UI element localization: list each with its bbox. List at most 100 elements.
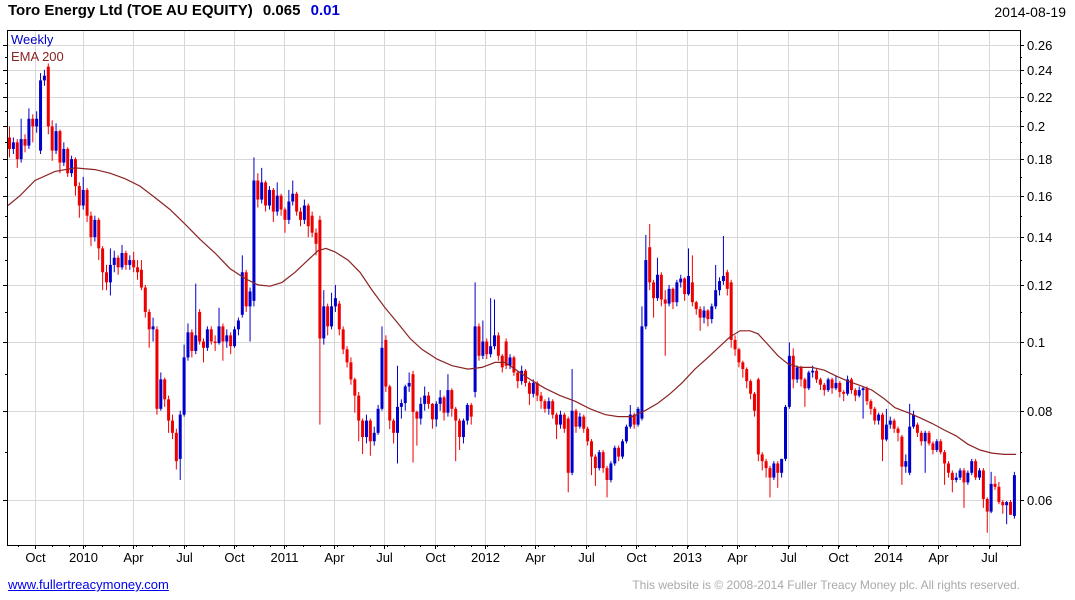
candle-body — [450, 390, 453, 409]
candle-body — [210, 329, 213, 341]
candle-body — [268, 190, 271, 206]
candle-body — [609, 463, 612, 480]
candle-body — [916, 425, 919, 433]
candle-body — [831, 379, 834, 388]
axes: 0.060.080.10.120.140.160.180.20.220.240.… — [3, 31, 1052, 566]
candle-body — [784, 407, 787, 459]
candle-body — [865, 388, 868, 401]
candle-body — [349, 362, 352, 379]
candle-body — [474, 326, 477, 392]
candle-body — [140, 270, 143, 288]
candle-body — [532, 383, 535, 394]
candle-body — [27, 119, 30, 146]
candle-body — [675, 282, 678, 302]
candle-body — [924, 433, 927, 441]
candle-body — [858, 390, 861, 395]
candle-body — [489, 346, 492, 354]
candle-body — [481, 342, 484, 356]
candle-body — [295, 194, 298, 212]
candle-body — [555, 415, 558, 425]
candle-body — [365, 421, 368, 437]
candle-body — [734, 340, 737, 349]
candle-body — [190, 332, 193, 351]
candle-body — [1013, 475, 1016, 516]
plot-border — [8, 31, 1021, 546]
candle-body — [974, 461, 977, 477]
candle-body — [55, 131, 58, 151]
candle-body — [823, 385, 826, 390]
candle-body — [966, 473, 969, 483]
x-tick-label: Jul — [981, 550, 998, 565]
candle-body — [16, 142, 19, 159]
candle-body — [838, 383, 841, 392]
candle-body — [807, 372, 810, 388]
interval-label: Weekly — [11, 32, 53, 47]
candle-body — [384, 340, 387, 387]
candle-body — [276, 196, 279, 212]
candle-body — [582, 417, 585, 429]
candle-body — [225, 335, 228, 341]
candle-body — [198, 312, 201, 342]
candle-body — [163, 379, 166, 399]
candle-body — [113, 258, 116, 265]
candle-body — [175, 433, 178, 461]
candle-body — [749, 381, 752, 394]
candle-body — [315, 233, 318, 244]
x-tick-label: Apr — [727, 550, 748, 565]
candle-body — [51, 126, 54, 150]
y-tick-label: 0.12 — [1027, 278, 1052, 293]
candle-body — [819, 379, 822, 384]
candle-body — [361, 421, 364, 437]
candle-body — [260, 182, 263, 199]
candle-body — [540, 396, 543, 402]
candle-body — [330, 306, 333, 326]
candle-body — [986, 499, 989, 512]
candle-body — [272, 190, 275, 212]
candle-body — [101, 248, 104, 272]
candle-body — [380, 348, 383, 409]
candle-body — [578, 417, 581, 427]
x-tick-label: Oct — [828, 550, 849, 565]
candle-body — [644, 260, 647, 326]
candle-body — [656, 275, 659, 298]
candle-body — [167, 399, 170, 420]
candle-body — [904, 461, 907, 467]
footer-copyright: This website is © 2008-2014 Fuller Treac… — [632, 578, 1020, 592]
candle-body — [20, 139, 23, 159]
candle-body — [671, 289, 674, 302]
x-tick-label: Jul — [176, 550, 193, 565]
candle-body — [703, 311, 706, 318]
y-tick-label: 0.14 — [1027, 230, 1052, 245]
candle-body — [326, 306, 329, 326]
candle-body — [427, 396, 430, 404]
candle-body — [105, 272, 108, 282]
candle-body — [768, 468, 771, 477]
x-tick-label: Jul — [376, 550, 393, 565]
candle-body — [1009, 502, 1012, 515]
candle-body — [776, 463, 779, 472]
candle-body — [745, 369, 748, 381]
candle-body — [757, 379, 760, 454]
candle-body — [74, 159, 77, 186]
candle-body — [39, 80, 42, 150]
candle-body — [179, 415, 182, 459]
candle-body — [811, 371, 814, 373]
candle-body — [241, 272, 244, 314]
x-tick-label: 2012 — [471, 550, 500, 565]
candle-body — [683, 279, 686, 295]
candle-body — [594, 457, 597, 468]
candle-body — [373, 433, 376, 441]
candle-body — [753, 394, 756, 411]
candle-body — [640, 326, 643, 418]
candle-body — [563, 415, 566, 429]
candle-body — [206, 329, 209, 347]
candle-body — [598, 452, 601, 468]
ema-legend-label: EMA 200 — [11, 49, 64, 64]
candle-body — [765, 461, 768, 468]
x-tick-label: Apr — [525, 550, 546, 565]
x-tick-label: Apr — [324, 550, 345, 565]
footer-site-link[interactable]: www.fullertreacymoney.com — [8, 577, 169, 592]
candle-body — [893, 421, 896, 429]
candle-body — [233, 329, 236, 346]
candle-body — [423, 396, 426, 404]
